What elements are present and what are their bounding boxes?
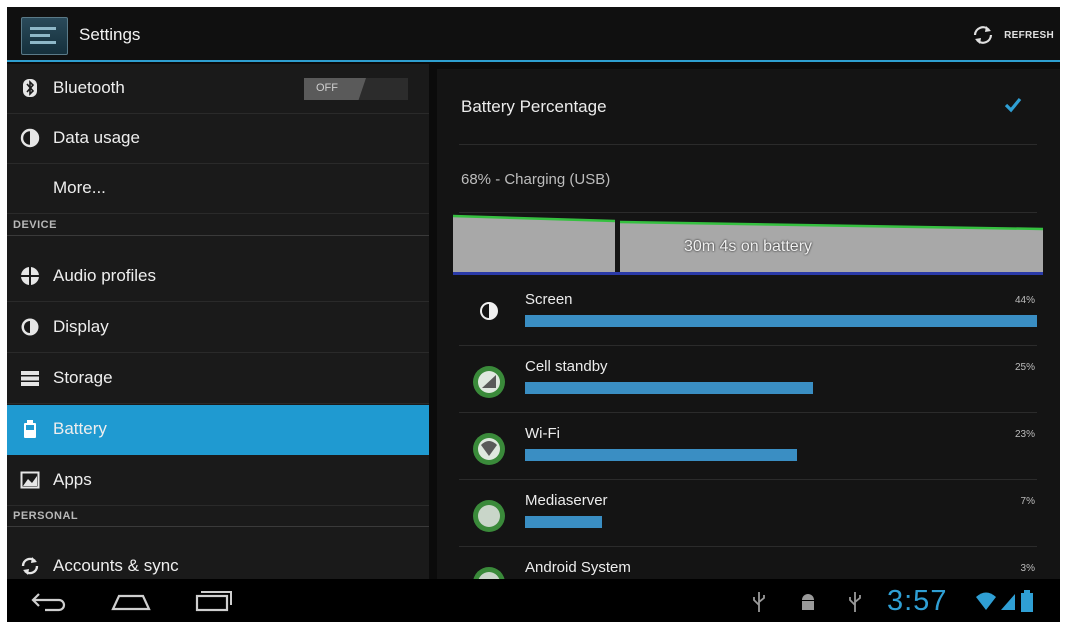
usage-row-screen[interactable]: Screen 44% [459,279,1037,346]
sidebar-item-label: Accounts & sync [53,556,179,575]
home-icon[interactable] [107,587,155,613]
usb-icon [753,592,765,612]
battery-status: 68% - Charging (USB) [461,171,611,188]
sidebar-item-label: Battery [53,419,107,438]
system-navigation-bar: 3:57 [7,579,1060,622]
bluetooth-toggle[interactable]: OFF [304,78,408,100]
action-bar: Settings REFRESH [7,7,1060,62]
sidebar-item-label: More... [53,178,106,197]
usage-app-name: Android System [525,559,631,576]
toggle-state-label: OFF [316,82,338,94]
battery-percentage-checkbox[interactable] [1003,95,1023,115]
sidebar-item-label: Apps [53,470,92,489]
apps-icon [20,471,40,489]
audio-profiles-icon [21,267,39,285]
app-title: Settings [79,25,141,44]
usage-app-name: Wi-Fi [525,425,560,442]
battery-percentage-row[interactable]: Battery Percentage [459,69,1037,145]
usage-percent: 44% [1014,295,1035,306]
back-icon[interactable] [25,587,69,613]
refresh-button[interactable]: REFRESH [972,21,1054,49]
bluetooth-icon [23,79,37,97]
usage-app-name: Screen [525,291,573,308]
sidebar-item-label: Bluetooth [53,78,125,97]
storage-icon [21,371,39,386]
battery-percentage-label: Battery Percentage [461,97,607,116]
usage-bar [525,516,602,528]
sidebar-item-storage[interactable]: Storage [7,354,429,404]
sidebar-item-audio-profiles[interactable]: Audio profiles [7,252,429,302]
usb-connected-icon [849,592,861,612]
section-header-device: DEVICE [7,216,429,236]
sidebar-item-label: Audio profiles [53,266,157,285]
usage-bar [525,449,797,461]
sidebar-item-battery[interactable]: Battery [7,405,429,455]
settings-app-icon[interactable] [21,17,68,55]
usage-app-name: Mediaserver [525,492,608,509]
sidebar-item-apps[interactable]: Apps [7,456,429,506]
cell-signal-icon [1001,594,1015,610]
toggle-knob: OFF [304,78,366,100]
wifi-icon [473,433,505,465]
wifi-signal-icon [976,592,996,610]
usage-percent: 25% [1014,362,1035,373]
sidebar-item-bluetooth[interactable]: Bluetooth OFF [7,64,429,114]
usage-row-cell-standby[interactable]: Cell standby 25% [459,346,1037,413]
sidebar-item-data-usage[interactable]: Data usage [7,114,429,164]
screen-brightness-icon [480,302,498,320]
display-icon [21,318,39,336]
usage-app-name: Cell standby [525,358,608,375]
usage-bar [525,315,1037,327]
sync-icon [21,557,39,575]
sidebar-item-accounts-sync[interactable]: Accounts & sync [7,542,429,579]
usage-row-wifi[interactable]: Wi-Fi 23% [459,413,1037,480]
usage-percent: 7% [1020,496,1035,507]
status-clock: 3:57 [887,585,948,617]
section-header-personal: PERSONAL [7,507,429,527]
usage-row-android-system[interactable]: Android System 3% [459,547,1037,579]
section-header-label: PERSONAL [13,510,79,522]
sidebar-item-label: Display [53,317,109,336]
refresh-icon [974,26,993,44]
refresh-label: REFRESH [1004,29,1054,41]
battery-status-icon [1021,590,1033,612]
sidebar-item-display[interactable]: Display [7,303,429,353]
cell-standby-icon [473,366,505,398]
android-system-icon [473,567,505,579]
battery-icon [24,420,36,438]
usage-bar [525,382,813,394]
sidebar-item-label: Data usage [53,128,140,147]
battery-panel: Battery Percentage 68% - Charging (USB) … [437,69,1060,579]
sidebar-item-more[interactable]: More... [7,164,429,214]
sidebar-item-label: Storage [53,368,113,387]
time-on-battery: 30m 4s on battery [683,238,813,255]
usage-row-mediaserver[interactable]: Mediaserver 7% [459,480,1037,547]
section-header-label: DEVICE [13,219,57,231]
android-mediaserver-icon [473,500,505,532]
recent-apps-icon[interactable] [191,587,235,613]
data-usage-icon [20,128,40,148]
usage-percent: 3% [1020,563,1035,574]
battery-history-graph[interactable]: 30m 4s on battery [453,213,1043,275]
usage-percent: 23% [1014,429,1035,440]
tablet-screen: Settings REFRESH Bluetooth OFF Data usag… [7,7,1060,622]
settings-list: Bluetooth OFF Data usage More... DEVICE [7,64,429,579]
android-debug-icon [802,594,814,610]
battery-status-row: 68% - Charging (USB) [459,145,1037,213]
